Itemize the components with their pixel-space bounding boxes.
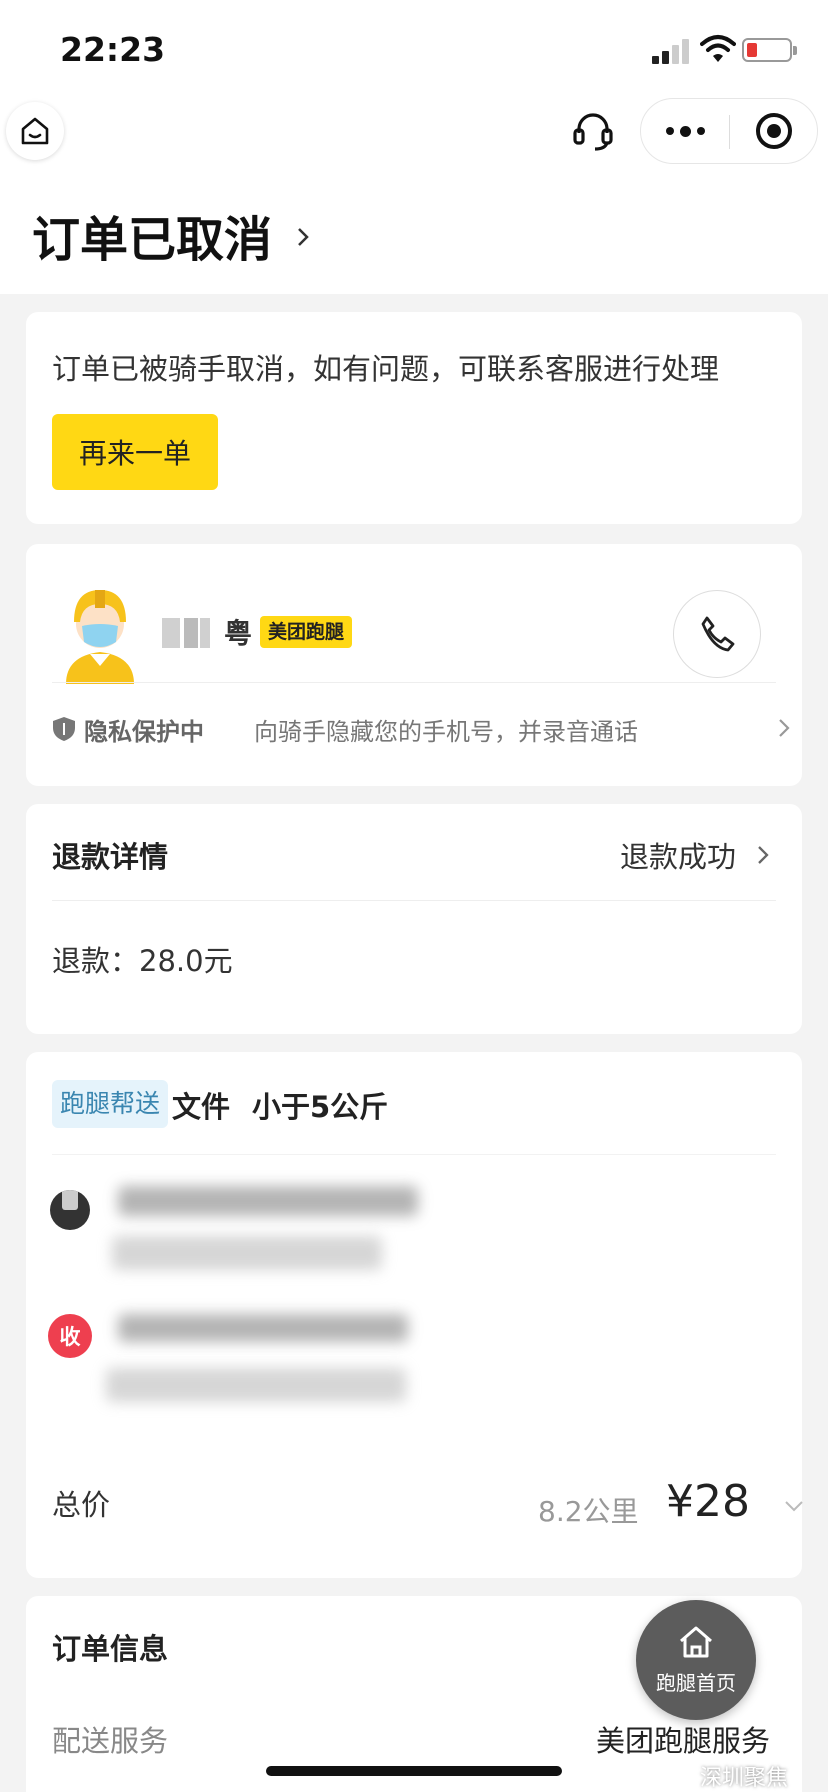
call-rider-button[interactable] — [673, 590, 761, 678]
more-menu-button[interactable] — [641, 99, 729, 163]
cancel-message: 订单已被骑手取消，如有问题，可联系客服进行处理 — [52, 352, 720, 386]
refund-card: 退款详情 退款成功 退款：28.0元 — [26, 804, 802, 1034]
fab-label: 跑腿首页 — [656, 1670, 736, 1695]
errand-home-button[interactable]: 跑腿首页 — [636, 1600, 756, 1720]
home-indicator — [266, 1766, 562, 1776]
order-info-title: 订单信息 — [52, 1632, 169, 1666]
mini-home-button[interactable] — [6, 102, 64, 160]
chevron-right-icon[interactable] — [296, 226, 310, 248]
distance: 8.2公里 — [538, 1495, 639, 1528]
refund-title: 退款详情 — [52, 840, 169, 874]
status-bar: 22:23 — [0, 0, 828, 96]
divider — [52, 900, 776, 901]
delivery-card: 跑腿帮送 文件 小于5公斤 收 总价 8.2公里 ¥28 — [26, 1052, 804, 1578]
item-weight: 小于5公斤 — [252, 1090, 389, 1124]
chevron-right-icon — [779, 719, 790, 737]
divider — [52, 682, 776, 683]
receiver-icon: 收 — [48, 1314, 92, 1358]
sender-address-redacted — [118, 1186, 418, 1216]
wifi-icon — [700, 35, 736, 62]
page-title[interactable]: 订单已取消 — [32, 200, 272, 270]
divider — [52, 1154, 776, 1155]
battery-icon — [742, 38, 797, 62]
chevron-right-icon[interactable] — [756, 844, 770, 866]
total-label: 总价 — [52, 1488, 111, 1522]
shield-icon — [53, 717, 75, 741]
cancel-notice-card: 订单已被骑手取消，如有问题，可联系客服进行处理 再来一单 — [26, 312, 802, 524]
customer-service-button[interactable] — [566, 104, 620, 158]
sender-contact-redacted — [112, 1236, 382, 1270]
headset-icon — [573, 113, 613, 151]
close-miniprogram-button[interactable] — [730, 99, 818, 163]
rider-avatar — [66, 590, 134, 684]
refund-status-link[interactable]: 退款成功 — [620, 834, 736, 876]
brand-badge: 美团跑腿 — [260, 616, 353, 648]
privacy-protection-row[interactable]: 隐私保护中 向骑手隐藏您的手机号，并录音通话 — [52, 710, 792, 746]
sender-icon — [50, 1190, 90, 1230]
phone-icon — [701, 616, 735, 652]
miniprogram-capsule — [640, 98, 818, 164]
reorder-button[interactable]: 再来一单 — [52, 414, 218, 490]
target-icon — [756, 113, 792, 149]
delivery-service-value: 美团跑腿服务 — [596, 1724, 771, 1758]
receiver-address-redacted — [118, 1314, 408, 1342]
delivery-service-label: 配送服务 — [52, 1724, 169, 1758]
item-type: 文件 — [172, 1090, 231, 1124]
refund-amount: 退款：28.0元 — [52, 944, 233, 978]
receiver-contact-redacted — [106, 1368, 406, 1402]
cellular-signal-icon — [652, 38, 692, 64]
privacy-title: 隐私保护中 — [84, 718, 204, 746]
privacy-description: 向骑手隐藏您的手机号，并录音通话 — [254, 718, 638, 746]
house-icon — [21, 117, 49, 145]
status-time: 22:23 — [60, 30, 166, 69]
total-price: ¥28 — [666, 1476, 750, 1527]
title-area: 订单已取消 — [0, 168, 828, 294]
rider-name-visible: 粤 — [224, 617, 253, 650]
watermark-text: 深圳聚焦 — [700, 1766, 789, 1791]
chevron-down-icon[interactable] — [784, 1500, 804, 1512]
service-tag: 跑腿帮送 — [52, 1080, 169, 1128]
home-icon — [680, 1626, 712, 1657]
nav-bar — [0, 96, 828, 168]
rider-card: 粤 美团跑腿 隐私保护中 向骑手隐藏您的手机号，并录音通话 — [26, 544, 802, 786]
